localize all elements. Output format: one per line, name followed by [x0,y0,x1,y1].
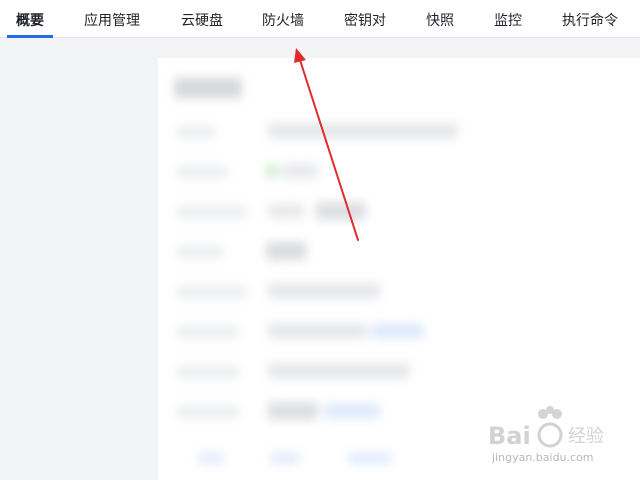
blurred-label [176,286,246,298]
tab-snapshot[interactable]: 快照 [426,0,454,38]
svg-text:Bai: Bai [488,422,531,450]
tab-bar: 概要 应用管理 云硬盘 防火墙 密钥对 快照 监控 执行命令 [0,0,640,38]
blurred-label [176,366,240,378]
blurred-label [176,166,228,178]
blurred-value [268,402,318,420]
blurred-value [268,364,410,378]
blurred-action [198,452,224,464]
blurred-action [348,452,392,464]
blurred-value [268,284,380,298]
blurred-label [176,206,246,218]
blurred-action [270,452,300,464]
blurred-value [268,124,458,138]
blurred-label [176,326,238,338]
blurred-status-dot [266,164,278,178]
tab-firewall[interactable]: 防火墙 [262,0,304,38]
active-tab-indicator [7,35,53,38]
blurred-link [324,404,380,418]
svg-text:经验: 经验 [568,426,604,447]
blurred-value [266,242,306,260]
blurred-value [268,324,368,338]
page: 概要 应用管理 云硬盘 防火墙 密钥对 快照 监控 执行命令 Bai 经验 ji… [0,0,640,480]
blurred-value [268,204,304,218]
tab-monitoring[interactable]: 监控 [494,0,522,38]
blurred-title [174,78,242,98]
blurred-link [372,324,424,338]
tab-key-pair[interactable]: 密钥对 [344,0,386,38]
baidu-logo-icon: Bai 经验 [488,406,604,450]
tab-cloud-disk[interactable]: 云硬盘 [181,0,223,38]
blurred-value [282,164,318,178]
tab-app-management[interactable]: 应用管理 [84,0,140,38]
blurred-label [176,406,240,418]
blurred-label [176,246,224,258]
tab-overview[interactable]: 概要 [16,0,44,38]
tab-execute-command[interactable]: 执行命令 [562,0,618,38]
blurred-value [316,202,366,220]
watermark-url: jingyan.baidu.com [492,451,594,464]
blurred-label [176,126,216,138]
baidu-jingyan-watermark: Bai 经验 jingyan.baidu.com [488,404,618,474]
